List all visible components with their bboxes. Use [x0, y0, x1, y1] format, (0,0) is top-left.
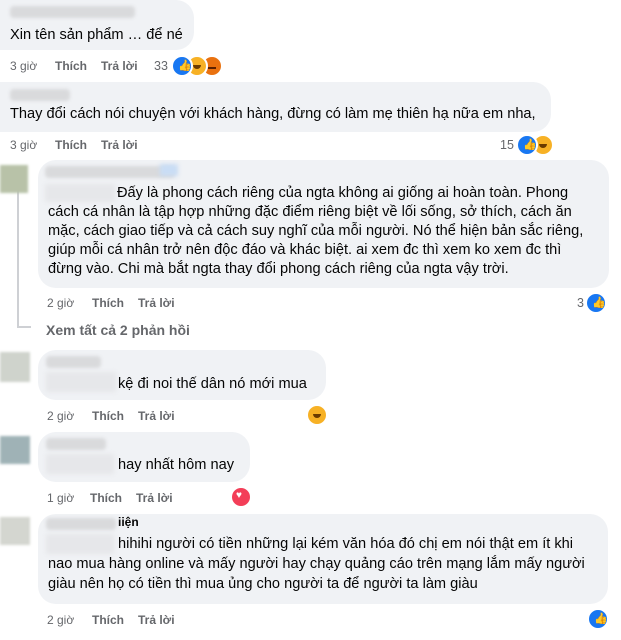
reply-button[interactable]: Trả lời	[101, 59, 138, 73]
thread-line	[17, 183, 19, 328]
like-reaction-icon: 👍	[171, 55, 193, 77]
comment-text: Thay đổi cách nói chuyện với khách hàng,…	[10, 106, 536, 122]
reply-button[interactable]: Trả lời	[101, 138, 138, 152]
comment-time[interactable]: 2 giờ	[47, 409, 74, 423]
avatar[interactable]	[0, 165, 28, 193]
author-name-blurred[interactable]	[45, 166, 175, 178]
author-name-partial[interactable]: iiện	[118, 515, 139, 529]
comment-text: kệ đi noi thế dân nó mới mua	[118, 376, 307, 392]
avatar[interactable]	[0, 352, 30, 382]
reply-button[interactable]: Trả lời	[138, 613, 175, 627]
like-button[interactable]: Thích	[92, 613, 124, 627]
comment-time[interactable]: 2 giờ	[47, 296, 74, 310]
comment-text-line: Đấy là phong cách riêng của ngta không a…	[117, 185, 569, 201]
author-name-blurred[interactable]	[10, 6, 135, 18]
like-button[interactable]: Thích	[55, 59, 87, 73]
author-name-blurred	[160, 164, 178, 176]
avatar[interactable]	[0, 517, 30, 545]
like-button[interactable]: Thích	[55, 138, 87, 152]
comment-text-line: nao mua hàng online và mấy người hay chạ…	[48, 556, 585, 572]
love-reaction-icon[interactable]: ♥	[230, 486, 252, 508]
like-button[interactable]: Thích	[92, 409, 124, 423]
text-blur	[46, 372, 116, 392]
text-blur	[45, 184, 115, 202]
comment-text: Xin tên sản phẩm … để né	[10, 27, 183, 43]
comment-text-line: hihihi người có tiền những lại kém văn h…	[118, 536, 574, 552]
author-name-blurred[interactable]	[46, 518, 116, 530]
reaction-count[interactable]: 3	[577, 296, 584, 310]
text-blur	[46, 454, 114, 474]
reply-button[interactable]: Trả lời	[138, 409, 175, 423]
see-all-replies-link[interactable]: Xem tất cả 2 phản hồi	[46, 322, 190, 338]
comment-time[interactable]: 1 giờ	[47, 491, 74, 505]
like-reaction-icon[interactable]: 👍	[587, 608, 609, 630]
author-name-blurred[interactable]	[46, 356, 101, 368]
comment-text-line: giúp mỗi cá nhân trở nên độc đáo và khác…	[48, 242, 562, 258]
reaction-count[interactable]: 33	[154, 59, 168, 73]
comment-time[interactable]: 3 giờ	[10, 59, 37, 73]
author-name-blurred[interactable]	[46, 438, 106, 450]
comment-text-line: mặc, cách giao tiếp và cả cách suy nghĩ …	[48, 223, 584, 239]
comment-text-line: giàu nên họ có tiền thì mua ủng cho ngườ…	[48, 576, 478, 592]
thread-line-curve	[17, 326, 31, 328]
reply-button[interactable]: Trả lời	[138, 296, 175, 310]
reply-button[interactable]: Trả lời	[136, 491, 173, 505]
comment-time[interactable]: 3 giờ	[10, 138, 37, 152]
comment-time[interactable]: 2 giờ	[47, 613, 74, 627]
like-button[interactable]: Thích	[90, 491, 122, 505]
avatar[interactable]	[0, 436, 30, 464]
like-reaction-icon: 👍	[516, 134, 538, 156]
reaction-count[interactable]: 15	[500, 138, 514, 152]
comment-text-line: cách cá nhân là tập hợp những đặc điểm r…	[48, 204, 572, 220]
like-button[interactable]: Thích	[92, 296, 124, 310]
like-reaction-icon: 👍	[585, 292, 607, 314]
comment-text: hay nhất hôm nay	[118, 457, 235, 473]
text-blur	[46, 534, 114, 554]
haha-reaction-icon[interactable]	[306, 404, 328, 426]
author-name-blurred[interactable]	[10, 89, 70, 101]
comment-text-line: đừng vào. Chi mà bắt ngta thay đổi phong…	[48, 261, 509, 277]
